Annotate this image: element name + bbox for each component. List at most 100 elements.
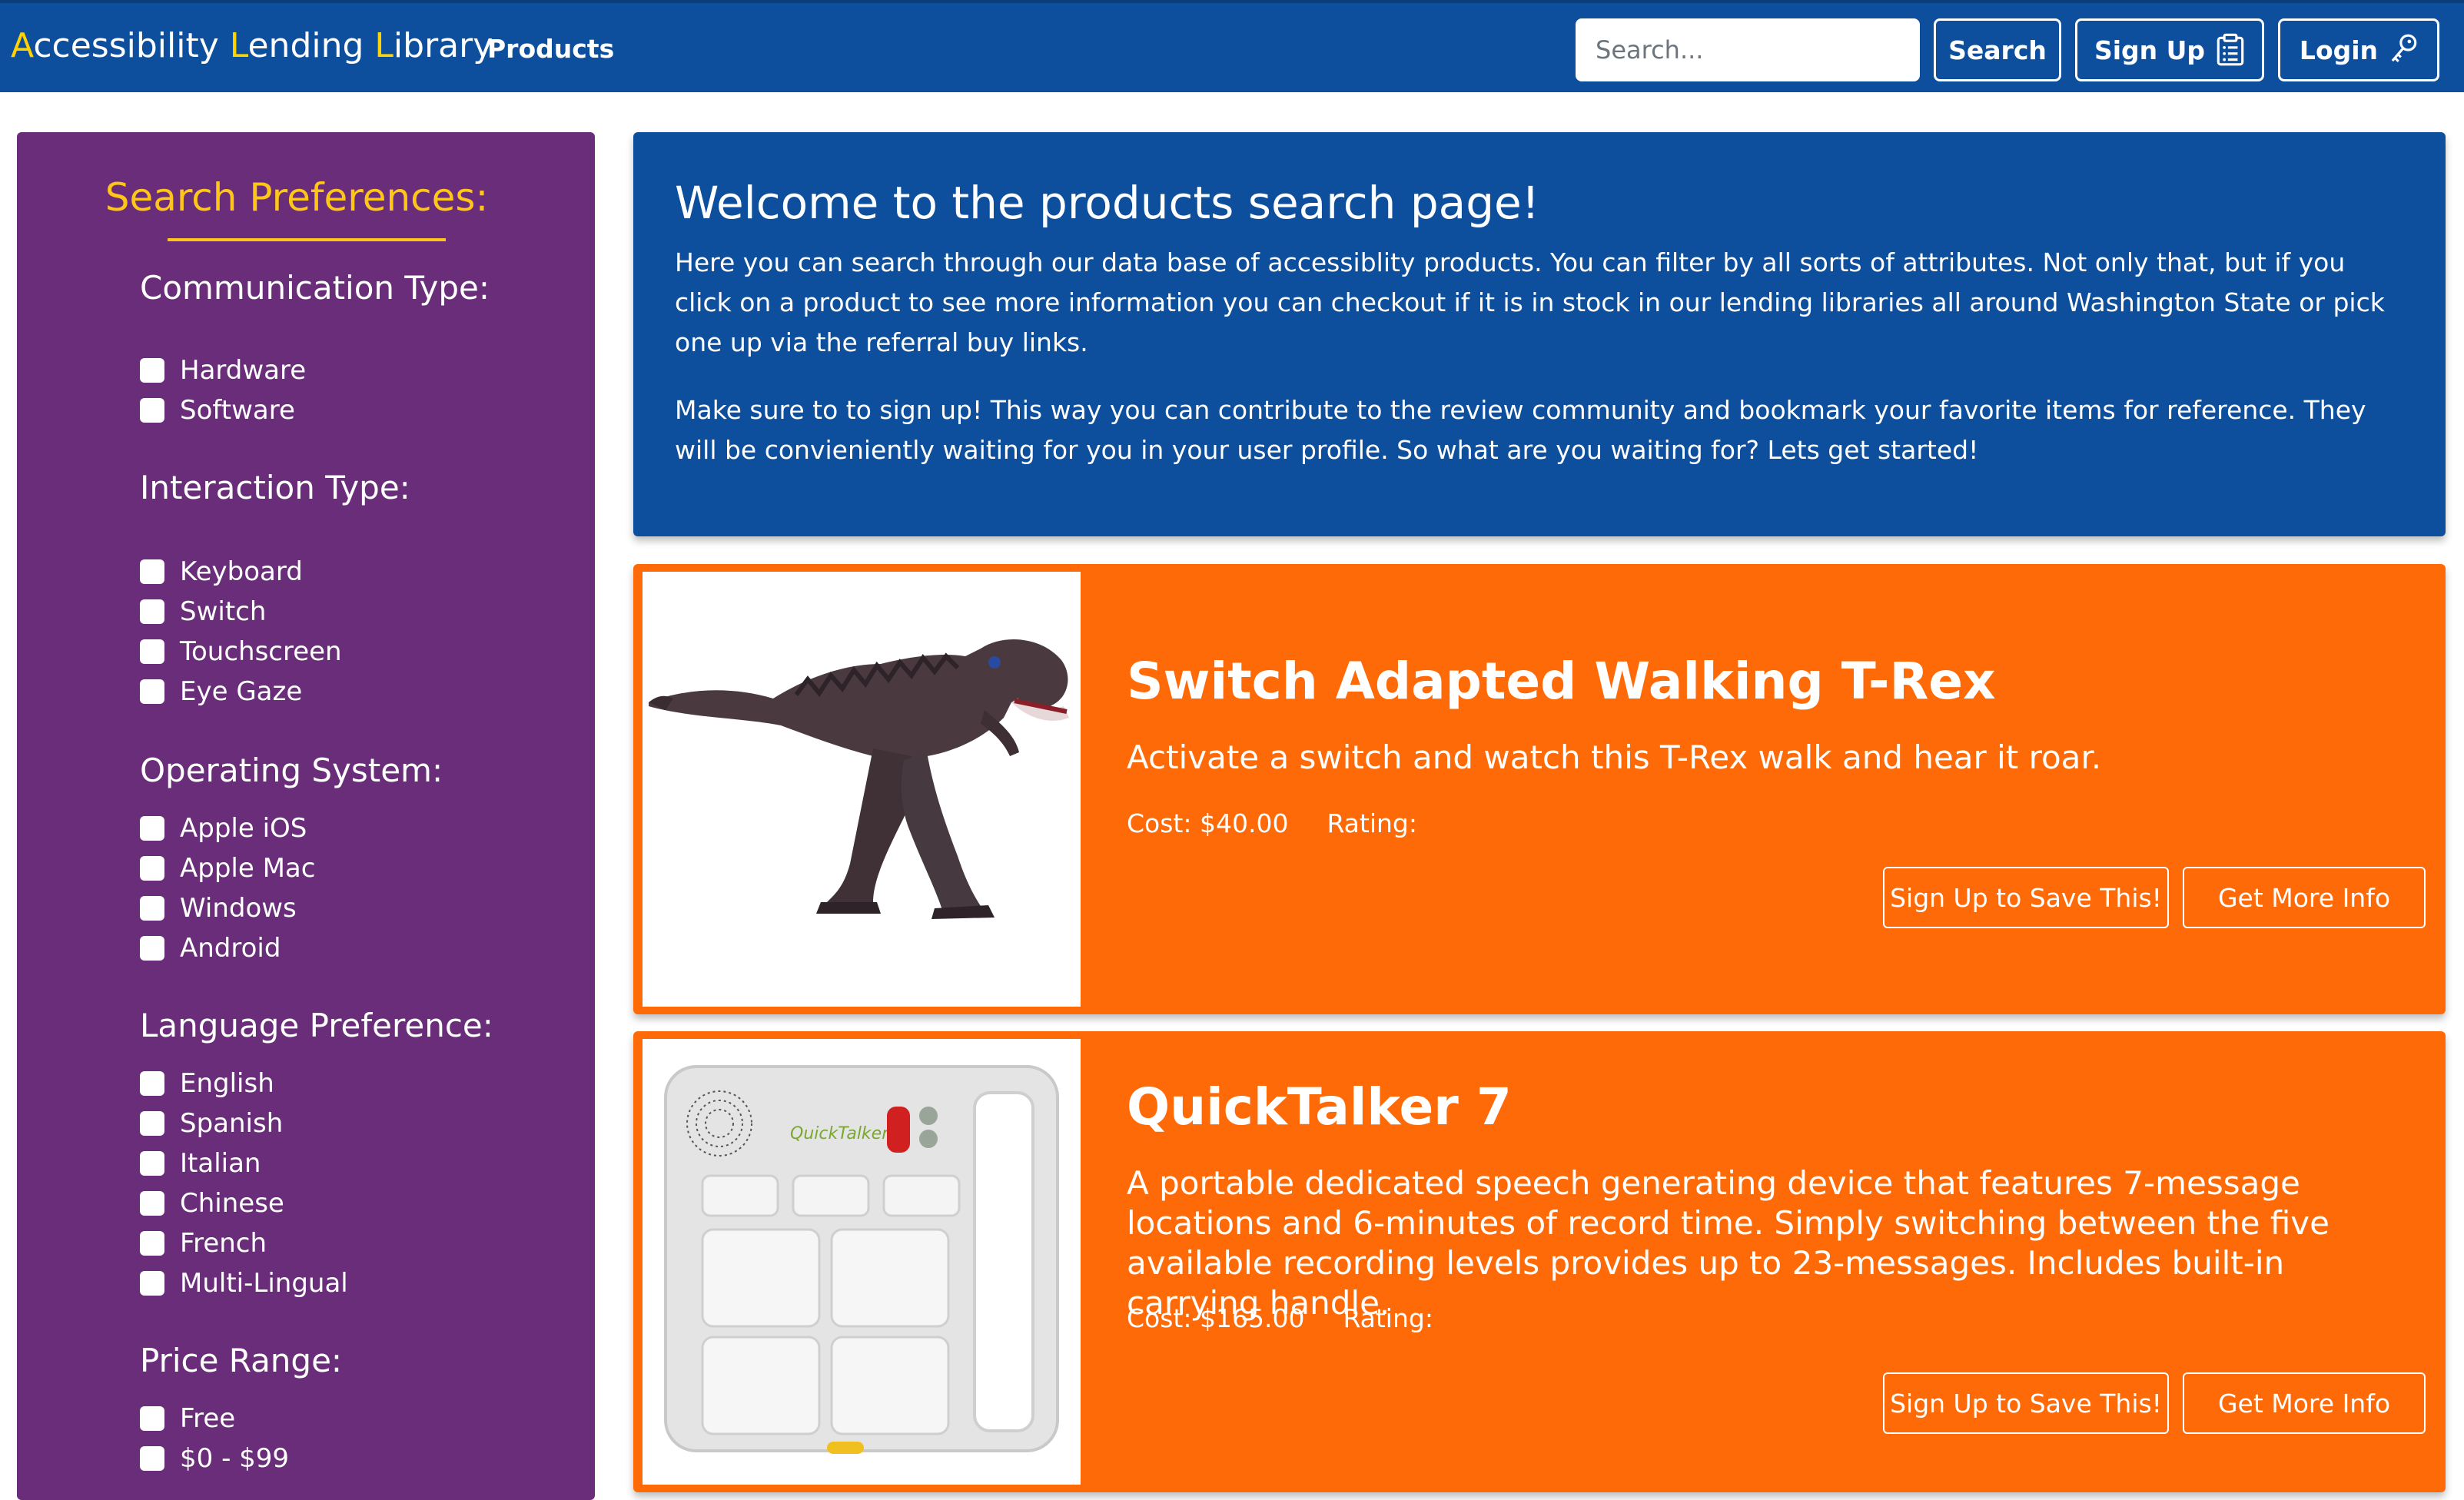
checkbox[interactable] bbox=[140, 1111, 164, 1136]
filter-option-label: Spanish bbox=[180, 1108, 284, 1139]
filter-option-touchscreen[interactable]: Touchscreen bbox=[140, 636, 342, 667]
filter-option-apple-ios[interactable]: Apple iOS bbox=[140, 813, 307, 844]
filter-option-switch[interactable]: Switch bbox=[140, 596, 266, 627]
filter-option-price-0-99[interactable]: $0 - $99 bbox=[140, 1443, 289, 1474]
save-button-label: Sign Up to Save This! bbox=[1890, 1388, 2162, 1419]
filter-heading-operating-system: Operating System: bbox=[140, 752, 443, 789]
checkbox[interactable] bbox=[140, 1271, 164, 1296]
t-rex-illustration bbox=[649, 639, 1069, 919]
key-icon bbox=[2391, 34, 2417, 63]
filter-option-italian[interactable]: Italian bbox=[140, 1148, 261, 1179]
filter-option-eye-gaze[interactable]: Eye Gaze bbox=[140, 676, 302, 707]
checkbox[interactable] bbox=[140, 1231, 164, 1256]
filter-option-label: Touchscreen bbox=[180, 636, 342, 667]
brand-logo-link[interactable]: Accessibility Lending Library bbox=[11, 26, 493, 65]
sign-up-button-label: Sign Up bbox=[2094, 35, 2206, 65]
filter-option-chinese[interactable]: Chinese bbox=[140, 1188, 284, 1219]
filter-option-label: Apple Mac bbox=[180, 853, 316, 884]
product-title[interactable]: QuickTalker 7 bbox=[1127, 1077, 1512, 1137]
checkbox[interactable] bbox=[140, 896, 164, 921]
product-rating-label: Rating: bbox=[1343, 1303, 1433, 1333]
filter-option-spanish[interactable]: Spanish bbox=[140, 1108, 283, 1139]
checkbox[interactable] bbox=[140, 1446, 164, 1471]
quicktalker-device-image[interactable]: QuickTalker bbox=[643, 1039, 1081, 1485]
filter-heading-price-range: Price Range: bbox=[140, 1342, 343, 1379]
product-description: Activate a switch and watch this T-Rex w… bbox=[1127, 738, 2102, 776]
filter-option-label: Free bbox=[180, 1403, 236, 1434]
filter-option-label: $0 - $99 bbox=[180, 1443, 290, 1474]
product-card: QuickTalker QuickTalker 7 A portable ded… bbox=[633, 1031, 2446, 1492]
brand-initial-a: A bbox=[11, 26, 34, 65]
filter-option-label: English bbox=[180, 1068, 274, 1099]
filter-option-label: Software bbox=[180, 395, 295, 426]
sign-up-to-save-button[interactable]: Sign Up to Save This! bbox=[1883, 1372, 2169, 1434]
checkbox[interactable] bbox=[140, 1191, 164, 1216]
brand-initial-l1: L bbox=[229, 26, 248, 65]
filter-option-french[interactable]: French bbox=[140, 1228, 267, 1259]
brand-word-library: ibrary bbox=[393, 26, 493, 65]
get-more-info-button[interactable]: Get More Info bbox=[2183, 1372, 2426, 1434]
brand-word-accessibility: ccessibility bbox=[33, 26, 230, 65]
save-button-label: Sign Up to Save This! bbox=[1890, 882, 2162, 913]
filter-option-label: Hardware bbox=[180, 355, 307, 386]
filter-option-android[interactable]: Android bbox=[140, 933, 281, 964]
filter-option-label: Apple iOS bbox=[180, 813, 307, 844]
filter-option-label: Italian bbox=[180, 1148, 261, 1179]
product-meta: Cost: $165.00 Rating: bbox=[1127, 1303, 1433, 1333]
checkbox[interactable] bbox=[140, 936, 164, 961]
search-input[interactable] bbox=[1576, 18, 1920, 81]
login-button[interactable]: Login bbox=[2278, 18, 2439, 81]
filter-option-windows[interactable]: Windows bbox=[140, 893, 297, 924]
product-cost: Cost: $40.00 bbox=[1127, 808, 1289, 838]
login-button-label: Login bbox=[2299, 35, 2379, 65]
get-more-info-button[interactable]: Get More Info bbox=[2183, 867, 2426, 928]
filter-option-label: Keyboard bbox=[180, 556, 303, 587]
checkbox[interactable] bbox=[140, 599, 164, 624]
sidebar-title-underline bbox=[168, 238, 446, 241]
filter-option-free[interactable]: Free bbox=[140, 1403, 235, 1434]
filter-option-label: Android bbox=[180, 933, 281, 964]
nav-products-link[interactable]: Products bbox=[487, 34, 614, 64]
quicktalker-illustration: QuickTalker bbox=[664, 1065, 1059, 1454]
checkbox[interactable] bbox=[140, 679, 164, 704]
filter-heading-communication-type: Communication Type: bbox=[140, 269, 490, 307]
filter-option-hardware[interactable]: Hardware bbox=[140, 355, 306, 386]
sign-up-button[interactable]: Sign Up bbox=[2075, 18, 2264, 81]
filter-option-label: Eye Gaze bbox=[180, 676, 303, 707]
search-preferences-sidebar: Search Preferences: Communication Type: … bbox=[17, 132, 595, 1500]
filter-option-keyboard[interactable]: Keyboard bbox=[140, 556, 303, 587]
welcome-paragraph-signup: Make sure to to sign up! This way you ca… bbox=[675, 395, 2366, 465]
top-navbar: Accessibility Lending Library Products S… bbox=[0, 0, 2464, 92]
product-cost: Cost: $165.00 bbox=[1127, 1303, 1305, 1333]
checkbox[interactable] bbox=[140, 559, 164, 584]
welcome-title: Welcome to the products search page! bbox=[675, 177, 1539, 229]
filter-option-label: Windows bbox=[180, 893, 297, 924]
product-rating-label: Rating: bbox=[1327, 808, 1417, 838]
filter-heading-interaction-type: Interaction Type: bbox=[140, 469, 410, 506]
checkbox[interactable] bbox=[140, 639, 164, 664]
checkbox[interactable] bbox=[140, 358, 164, 383]
checkbox[interactable] bbox=[140, 856, 164, 881]
checkbox[interactable] bbox=[140, 816, 164, 841]
filter-option-software[interactable]: Software bbox=[140, 395, 295, 426]
sidebar-title: Search Preferences: bbox=[105, 175, 489, 220]
filter-option-multi-lingual[interactable]: Multi-Lingual bbox=[140, 1268, 348, 1299]
welcome-paragraph-intro: Here you can search through our data bas… bbox=[675, 247, 2385, 357]
welcome-banner: Welcome to the products search page! Her… bbox=[633, 132, 2446, 536]
search-button[interactable]: Search bbox=[1934, 18, 2061, 81]
info-button-label: Get More Info bbox=[2217, 882, 2391, 913]
brand-initial-l2: L bbox=[374, 26, 394, 65]
checkbox[interactable] bbox=[140, 398, 164, 423]
checkbox[interactable] bbox=[140, 1151, 164, 1176]
product-title[interactable]: Switch Adapted Walking T-Rex bbox=[1127, 652, 1996, 711]
brand-word-lending: ending bbox=[247, 26, 375, 65]
search-button-label: Search bbox=[1948, 35, 2047, 65]
t-rex-toy-image[interactable] bbox=[643, 572, 1081, 1007]
filter-option-label: French bbox=[180, 1228, 267, 1259]
filter-option-apple-mac[interactable]: Apple Mac bbox=[140, 853, 315, 884]
clipboard-icon bbox=[2217, 33, 2244, 66]
checkbox[interactable] bbox=[140, 1406, 164, 1431]
filter-option-english[interactable]: English bbox=[140, 1068, 274, 1099]
sign-up-to-save-button[interactable]: Sign Up to Save This! bbox=[1883, 867, 2169, 928]
checkbox[interactable] bbox=[140, 1071, 164, 1096]
